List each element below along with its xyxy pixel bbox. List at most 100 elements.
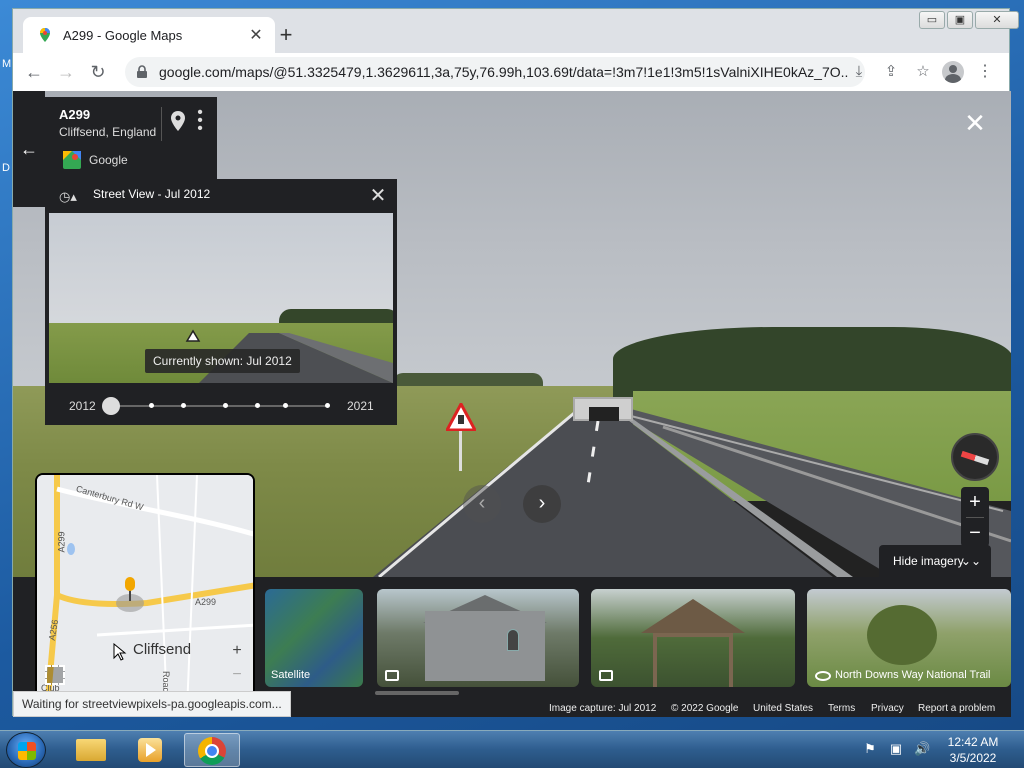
zoom-out-button[interactable]: − — [961, 518, 989, 548]
time-travel-panel: ◷▴ Street View - Jul 2012 ✕ Currently sh… — [45, 179, 397, 425]
chevron-double-down-icon: ⌄⌄ — [960, 554, 981, 568]
map-pin-icon[interactable] — [171, 111, 185, 131]
clock-time: 12:42 AM — [947, 735, 999, 749]
reload-icon[interactable]: ↻ — [83, 57, 113, 87]
desktop-icon-label[interactable]: M — [2, 58, 11, 70]
road-label: A299 — [56, 531, 67, 553]
image-capture-date: Image capture: Jul 2012 — [549, 703, 657, 714]
next-arrow-icon[interactable]: › — [523, 485, 561, 523]
country-link[interactable]: United States — [753, 703, 813, 714]
church-building — [425, 611, 545, 681]
road-label: A299 — [195, 597, 217, 607]
town-label: Cliffsend — [133, 641, 192, 658]
clock-date: 3/5/2022 — [949, 751, 997, 765]
road-title: A299 — [59, 107, 91, 122]
back-arrow-icon[interactable]: ← — [13, 91, 45, 207]
window-close-button[interactable]: ✕ — [975, 11, 1019, 29]
timeline-stop[interactable] — [283, 403, 288, 408]
chrome-icon — [198, 737, 226, 765]
zoom-in-button[interactable]: + — [961, 487, 989, 517]
profile-menu-area: ⋮ — [937, 57, 1001, 87]
timeline-stop[interactable] — [181, 403, 186, 408]
desktop-icon-label[interactable]: D — [2, 162, 10, 174]
window-controls: ▭ ▣ ✕ — [917, 11, 1019, 29]
timeline-track[interactable] — [111, 405, 329, 407]
report-problem-link[interactable]: Report a problem — [918, 703, 995, 714]
tab-close-icon[interactable]: ✕ — [247, 25, 265, 45]
minimap[interactable]: Canterbury Rd W A299 A299 A256 Cliffsend… — [35, 473, 255, 707]
thumbnail-caption: North Downs Way National Trail — [835, 669, 991, 681]
kebab-menu-icon[interactable]: ⋮ — [969, 57, 1001, 87]
mouse-cursor-icon — [113, 643, 127, 661]
history-icon[interactable]: ◷▴ — [59, 189, 79, 205]
share-icon[interactable]: ⇪ — [875, 57, 907, 87]
timeline-stop[interactable] — [255, 403, 260, 408]
terms-link[interactable]: Terms — [828, 703, 855, 714]
forward-icon[interactable]: → — [51, 57, 81, 87]
camera-icon — [599, 670, 613, 681]
panorama-thumbnail[interactable]: North Downs Way National Trail — [807, 589, 1011, 687]
address-bar[interactable]: google.com/maps/@51.3325479,1.3629611,3a… — [125, 57, 865, 87]
action-center-flag-icon[interactable]: ⚑ — [862, 741, 878, 757]
start-button[interactable] — [6, 732, 46, 768]
network-icon[interactable]: ▣ — [888, 741, 904, 757]
back-icon[interactable]: ← — [19, 57, 49, 87]
previous-arrow-icon[interactable]: ‹ — [463, 485, 501, 523]
timeline-slider-thumb[interactable] — [102, 397, 120, 415]
panorama-360-icon — [815, 671, 831, 681]
church-window — [507, 629, 519, 651]
tab-google-maps[interactable]: A299 - Google Maps ✕ — [23, 17, 275, 53]
fullscreen-icon[interactable] — [45, 665, 65, 685]
privacy-link[interactable]: Privacy — [871, 703, 904, 714]
time-panel-title: Street View - Jul 2012 — [93, 187, 211, 201]
minimap-zoom-out[interactable]: − — [227, 665, 247, 685]
google-maps-icon — [40, 28, 50, 42]
taskbar-chrome[interactable] — [184, 733, 240, 767]
location-card: ← A299 Cliffsend, England • • • Google — [13, 91, 217, 207]
folder-icon — [76, 739, 106, 761]
windows-logo-icon — [18, 742, 36, 760]
date-timeline: 2012 2021 — [45, 385, 397, 425]
close-street-view-button[interactable]: ✕ — [961, 109, 989, 137]
tab-title: A299 - Google Maps — [63, 27, 183, 43]
system-clock[interactable]: 12:42 AM 3/5/2022 — [938, 734, 1008, 766]
media-player-icon — [138, 738, 162, 762]
taskbar-media-player[interactable] — [122, 733, 178, 767]
maximize-button[interactable]: ▣ — [947, 11, 973, 29]
install-icon[interactable]: ⤓ — [843, 57, 875, 87]
timeline-end-year: 2021 — [347, 399, 374, 413]
minimize-button[interactable]: ▭ — [919, 11, 945, 29]
compass-icon[interactable] — [951, 433, 999, 481]
new-tab-button[interactable]: + — [273, 23, 299, 49]
tab-bar: A299 - Google Maps ✕ + ▭ ▣ ✕ — [13, 9, 1019, 53]
more-options-icon[interactable]: • • • — [193, 105, 207, 137]
time-panel-close-icon[interactable]: ✕ — [367, 183, 389, 208]
profile-avatar-icon[interactable] — [942, 61, 964, 83]
gate-frame — [653, 633, 733, 687]
timeline-stop[interactable] — [223, 403, 228, 408]
copyright-text: © 2022 Google — [671, 703, 739, 714]
timeline-start-year: 2012 — [69, 399, 96, 413]
historical-preview[interactable]: Currently shown: Jul 2012 — [49, 213, 393, 383]
photo-thumbnail[interactable] — [377, 589, 579, 687]
tunnel-portal — [573, 397, 633, 421]
photo-thumbnail[interactable] — [591, 589, 795, 687]
taskbar-explorer[interactable] — [62, 733, 118, 767]
gate-roof — [641, 599, 745, 633]
bookmark-star-icon[interactable]: ☆ — [907, 57, 939, 87]
hide-imagery-label: Hide imagery — [893, 554, 964, 568]
volume-icon[interactable]: 🔊 — [914, 741, 930, 757]
satellite-thumbnail[interactable]: Satellite — [265, 589, 363, 687]
browser-window: A299 - Google Maps ✕ + ▭ ▣ ✕ ← → ↻ googl… — [12, 8, 1019, 717]
trail-tree — [867, 605, 937, 665]
imagery-source: Google — [89, 153, 128, 167]
strip-scrollbar[interactable] — [375, 691, 459, 695]
system-tray: ⚑ ▣ 🔊 — [862, 741, 940, 757]
hide-imagery-button[interactable]: Hide imagery ⌄⌄ — [879, 545, 991, 577]
divider — [161, 107, 162, 141]
timeline-stop[interactable] — [149, 403, 154, 408]
sign-pole — [459, 431, 462, 471]
timeline-stop[interactable] — [325, 403, 330, 408]
minimap-roads — [37, 475, 253, 705]
minimap-zoom-in[interactable]: + — [227, 641, 247, 661]
